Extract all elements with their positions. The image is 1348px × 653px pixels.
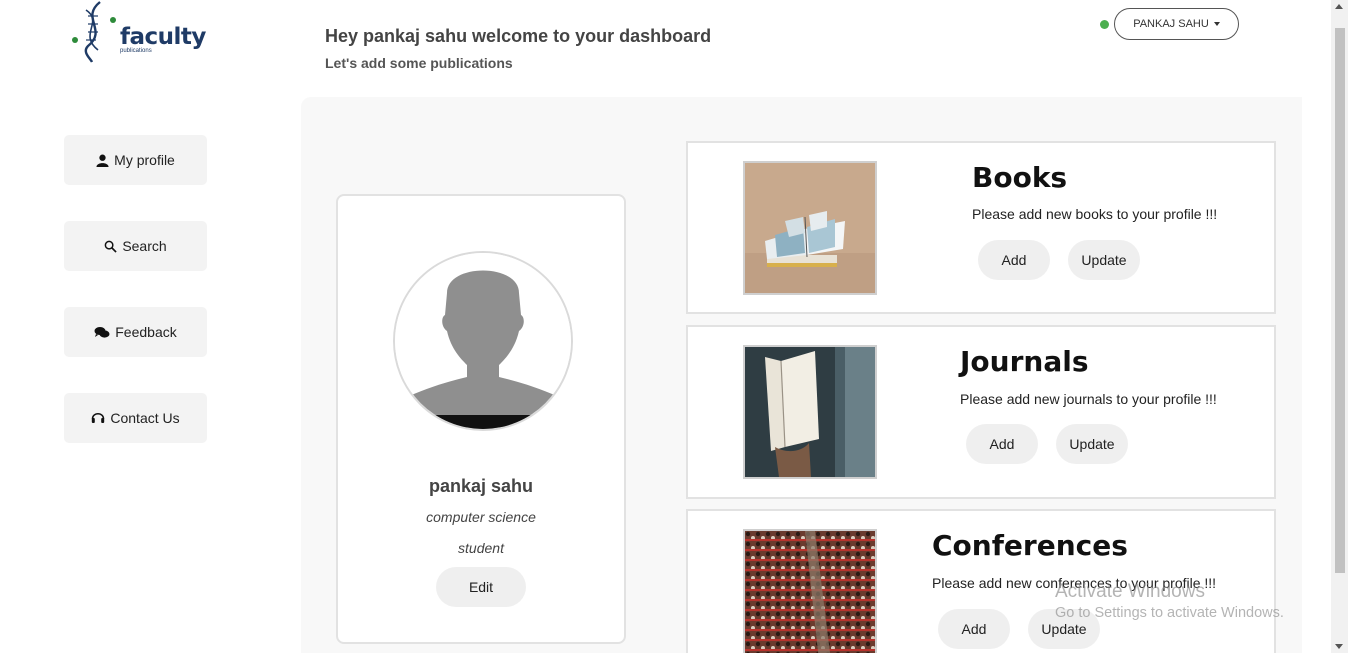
user-menu-button[interactable]: PANKAJ SAHU [1114, 8, 1239, 40]
journals-description: Please add new journals to your profile … [960, 391, 1217, 407]
journals-image [743, 345, 877, 479]
scrollbar-thumb[interactable] [1335, 28, 1345, 573]
sidebar-item-feedback[interactable]: Feedback [64, 307, 207, 357]
sidebar-item-label: My profile [114, 152, 175, 168]
profile-name: pankaj sahu [428, 476, 534, 496]
books-update-button[interactable]: Update [1068, 240, 1140, 280]
logo-brand-text: faculty [120, 24, 206, 50]
sidebar-item-label: Contact Us [110, 410, 180, 426]
page-title: Hey pankaj sahu welcome to your dashboar… [325, 26, 712, 46]
headset-icon [92, 412, 105, 423]
conferences-add-button[interactable]: Add [938, 609, 1010, 649]
sidebar-item-label: Feedback [115, 324, 177, 340]
search-icon [104, 240, 117, 253]
profile-card: pankaj sahu computer science student Edi… [336, 194, 626, 644]
online-status-dot [1100, 20, 1109, 29]
scroll-up-icon[interactable] [1335, 4, 1343, 9]
dna-helix-icon [72, 1, 116, 63]
journals-title: Journals [960, 345, 1089, 378]
books-card: Books Please add new books to your profi… [686, 141, 1276, 314]
books-add-button[interactable]: Add [978, 240, 1050, 280]
journals-update-button[interactable]: Update [1056, 424, 1128, 464]
logo-sub-text: publications [120, 48, 152, 54]
page-scrollbar[interactable] [1331, 0, 1348, 653]
sidebar-item-search[interactable]: Search [64, 221, 207, 271]
journals-add-button[interactable]: Add [966, 424, 1038, 464]
sidebar-item-contact-us[interactable]: Contact Us [64, 393, 207, 443]
faculty-logo: faculty publications [70, 0, 206, 64]
books-image [743, 161, 877, 295]
edit-profile-button[interactable]: Edit [436, 567, 526, 607]
avatar [393, 251, 573, 431]
activate-windows-hint: Go to Settings to activate Windows. [1055, 605, 1284, 621]
sidebar-item-my-profile[interactable]: My profile [64, 135, 207, 185]
books-description: Please add new books to your profile !!! [972, 206, 1218, 222]
journals-card: Journals Please add new journals to your… [686, 325, 1276, 499]
conferences-image [743, 529, 877, 653]
chat-icon [94, 326, 110, 338]
conferences-title: Conferences [932, 529, 1128, 562]
user-silhouette-icon [395, 253, 571, 429]
books-title: Books [972, 161, 1068, 194]
activate-windows-watermark: Activate Windows [1055, 581, 1205, 602]
profile-department: computer science [426, 509, 536, 525]
user-menu-label: PANKAJ SAHU [1133, 18, 1209, 30]
sidebar-item-label: Search [122, 238, 167, 254]
user-icon [96, 154, 109, 167]
page-subtitle: Let's add some publications [325, 55, 513, 71]
scroll-down-icon[interactable] [1335, 644, 1343, 649]
profile-role: student [458, 540, 504, 556]
caret-down-icon [1213, 22, 1220, 26]
